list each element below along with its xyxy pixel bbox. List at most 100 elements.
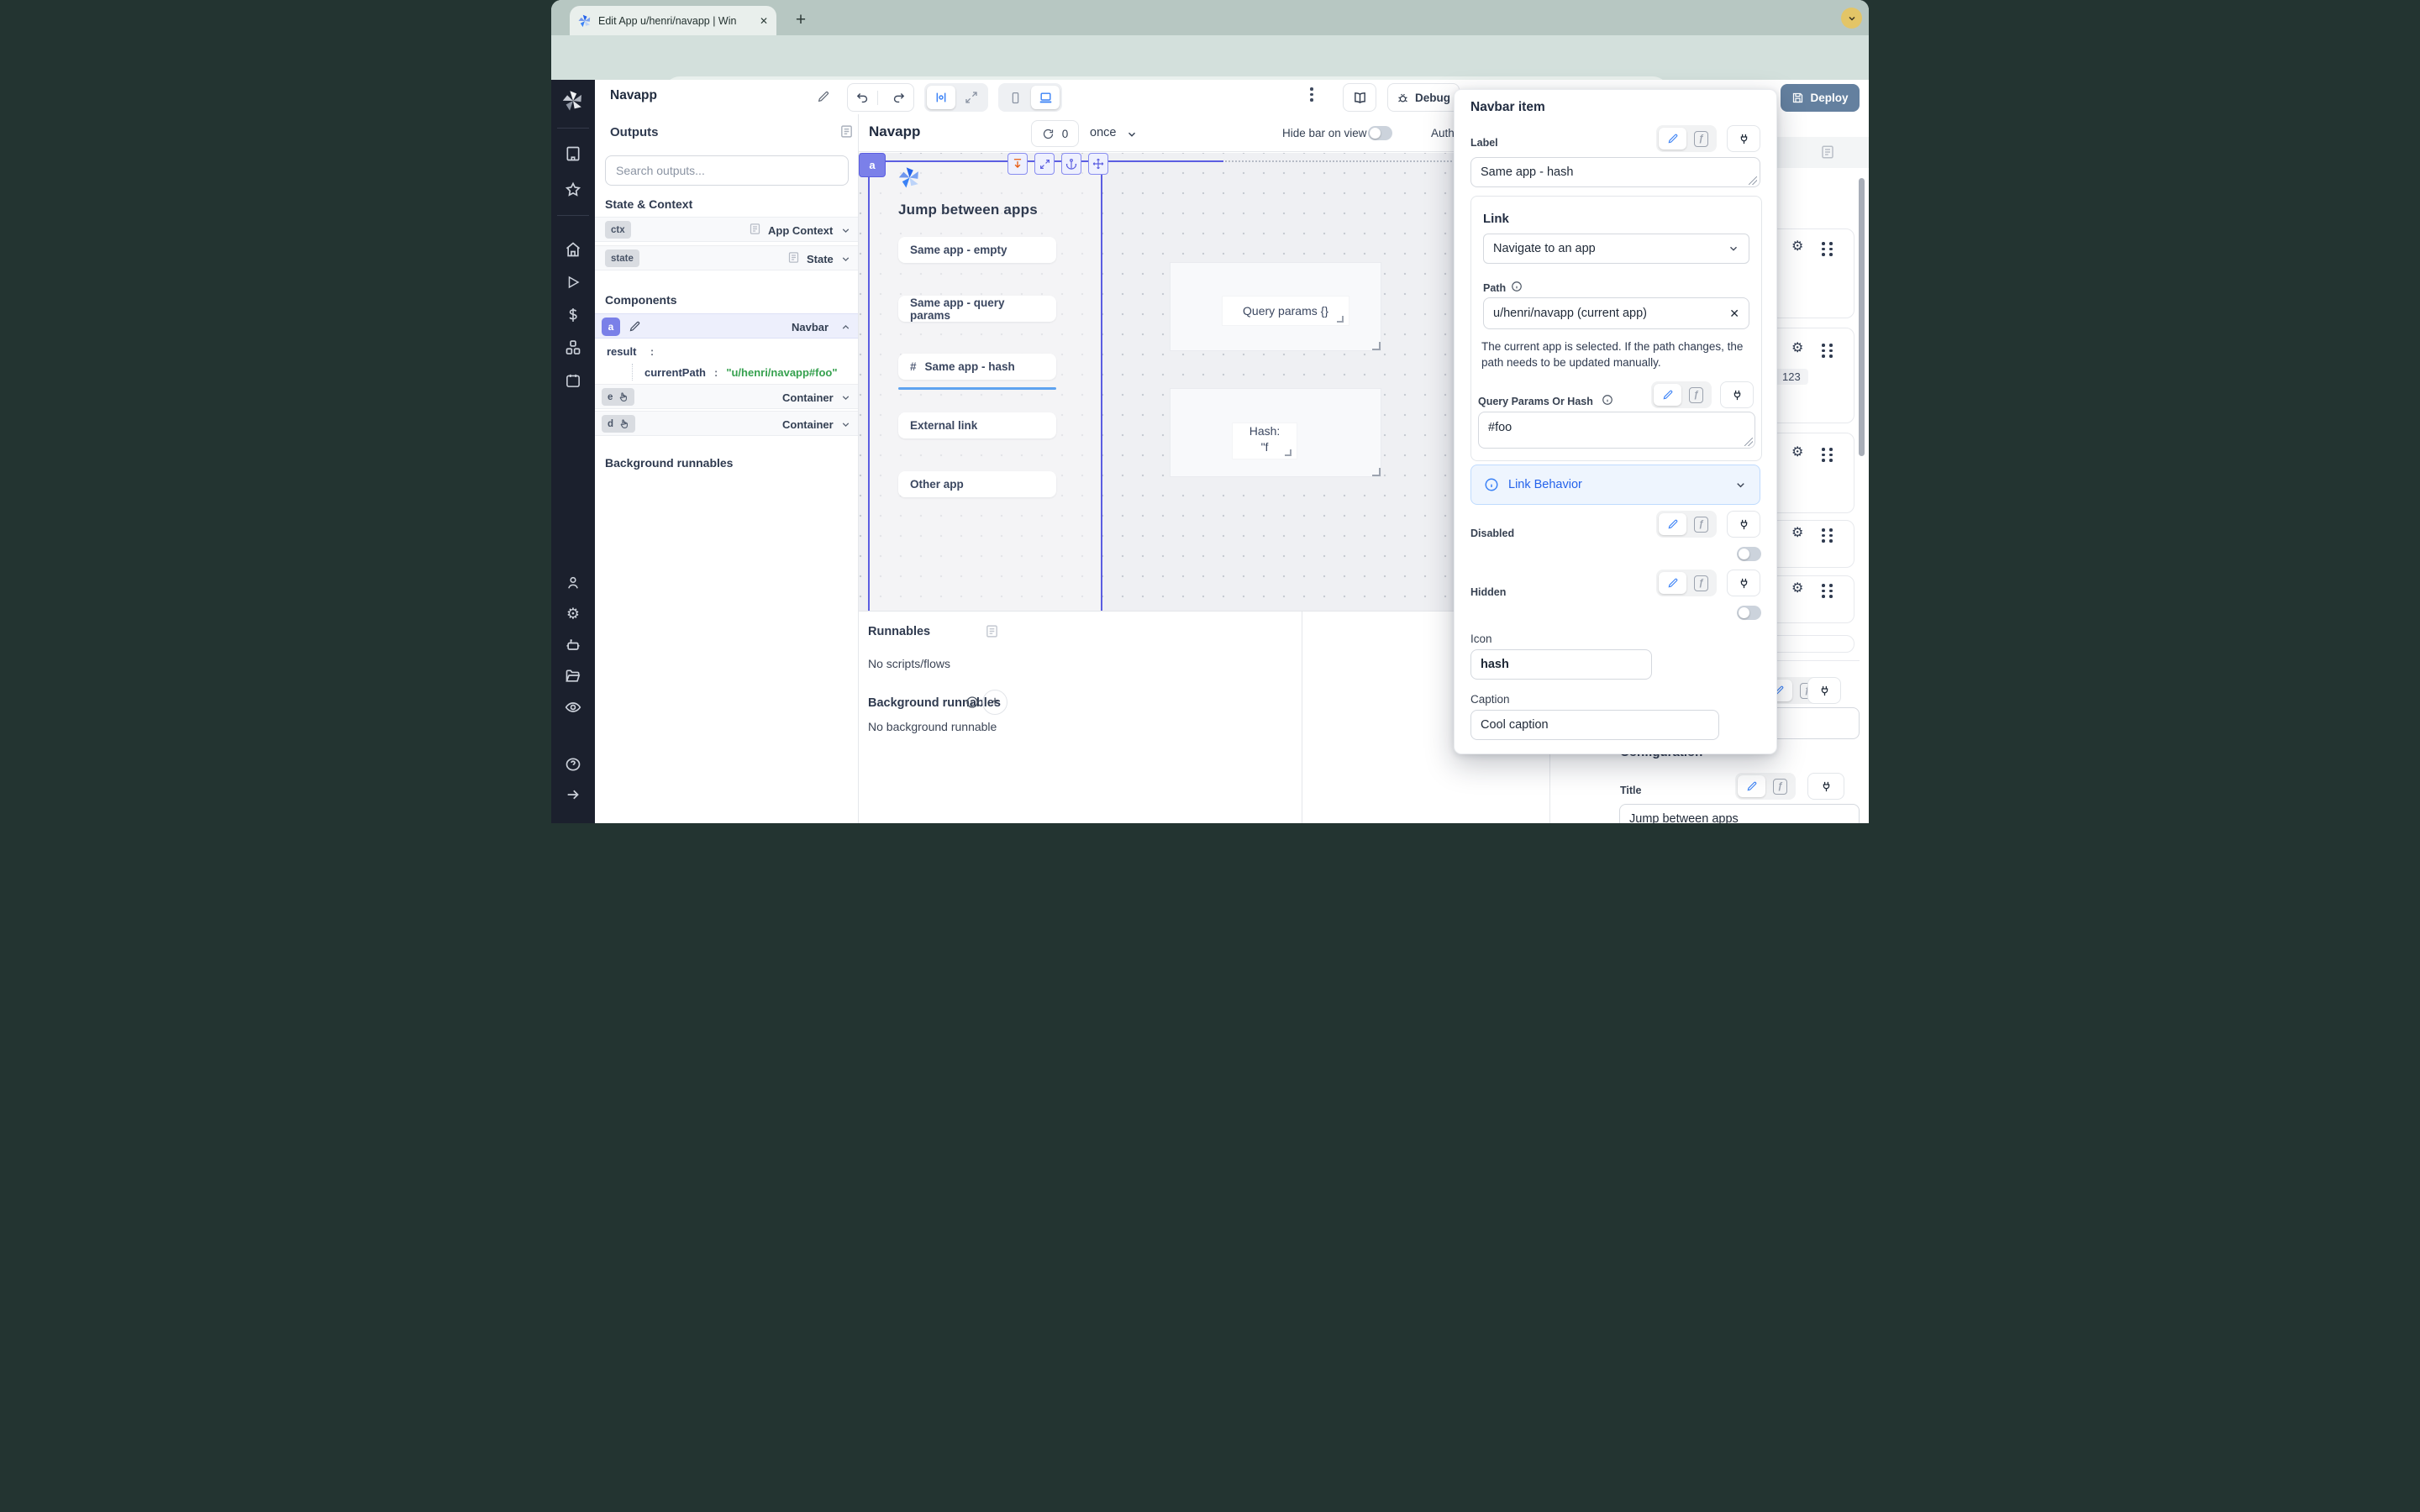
qph-textarea[interactable]: #foo bbox=[1478, 412, 1755, 449]
fullscreen-component-button[interactable] bbox=[1034, 153, 1055, 175]
browser-tab[interactable]: Edit App u/henri/navapp | Win ✕ bbox=[570, 6, 776, 35]
fx-function-icon[interactable]: ƒ bbox=[1688, 513, 1714, 535]
home-icon[interactable] bbox=[565, 241, 581, 258]
tab-close-icon[interactable]: ✕ bbox=[760, 15, 768, 27]
item-gear-icon[interactable]: ⚙ bbox=[1791, 582, 1803, 596]
expand-down-button[interactable] bbox=[1007, 153, 1028, 175]
fx-function-icon[interactable]: ƒ bbox=[1767, 775, 1793, 797]
link-type-select[interactable]: Navigate to an app bbox=[1483, 234, 1749, 264]
favorites-star-icon[interactable] bbox=[565, 181, 581, 198]
hidden-toggle[interactable] bbox=[1737, 606, 1761, 620]
item-grip-icon[interactable] bbox=[1822, 242, 1833, 256]
bounded-width-icon[interactable] bbox=[927, 86, 955, 109]
json-key-result[interactable]: result bbox=[607, 345, 636, 358]
variables-dollar-icon[interactable] bbox=[566, 307, 581, 323]
query-params-panel[interactable]: Query params {} bbox=[1170, 262, 1381, 351]
item-grip-icon[interactable] bbox=[1822, 528, 1833, 543]
json-value-currentpath[interactable]: "u/henri/navapp#foo" bbox=[726, 366, 837, 379]
chevron-down-icon[interactable] bbox=[840, 225, 851, 236]
query-params-text[interactable]: Query params {} bbox=[1223, 297, 1349, 325]
debug-button[interactable]: Debug bbox=[1387, 83, 1460, 112]
caption-input[interactable]: Cool caption bbox=[1470, 710, 1719, 740]
collapse-arrow-icon[interactable] bbox=[566, 787, 581, 803]
connect-plug-button[interactable] bbox=[1727, 511, 1760, 538]
item-gear-icon[interactable]: ⚙ bbox=[1791, 527, 1803, 540]
icon-input[interactable]: hash bbox=[1470, 649, 1652, 680]
component-a-badge[interactable]: a bbox=[859, 153, 886, 177]
folders-icon[interactable] bbox=[565, 668, 581, 685]
connect-plug-button[interactable] bbox=[1720, 381, 1754, 408]
static-pencil-icon[interactable] bbox=[1659, 128, 1686, 150]
resources-boxes-icon[interactable] bbox=[565, 339, 581, 356]
textarea-resize-icon[interactable] bbox=[1744, 438, 1753, 446]
undo-icon[interactable] bbox=[848, 91, 878, 105]
runs-play-icon[interactable] bbox=[566, 275, 581, 290]
resize-corner-icon[interactable] bbox=[1372, 342, 1381, 350]
full-width-icon[interactable] bbox=[957, 86, 986, 109]
item-grip-icon[interactable] bbox=[1822, 344, 1833, 358]
connect-plug-button[interactable] bbox=[1727, 570, 1760, 596]
edit-pencil-icon[interactable] bbox=[629, 320, 641, 333]
connect-plug-button[interactable] bbox=[1807, 677, 1841, 704]
connect-plug-button[interactable] bbox=[1807, 773, 1844, 800]
desktop-view-icon[interactable] bbox=[1031, 86, 1060, 109]
audit-eye-icon[interactable] bbox=[565, 699, 581, 716]
resize-corner-icon[interactable] bbox=[1372, 468, 1381, 476]
component-row-container-e[interactable]: e Container bbox=[595, 384, 858, 409]
component-row-container-d[interactable]: d Container bbox=[595, 411, 858, 436]
chevron-down-icon[interactable] bbox=[1126, 129, 1138, 140]
search-outputs-input[interactable] bbox=[605, 155, 849, 186]
item-gear-icon[interactable]: ⚙ bbox=[1791, 240, 1803, 254]
item-grip-icon[interactable] bbox=[1822, 584, 1833, 598]
textarea-resize-icon[interactable] bbox=[1749, 176, 1757, 185]
nav-item-external-link[interactable]: External link bbox=[898, 412, 1056, 438]
clear-path-icon[interactable]: ✕ bbox=[1729, 307, 1739, 321]
resize-corner-icon[interactable] bbox=[1285, 449, 1292, 456]
item-gear-icon[interactable]: ⚙ bbox=[1791, 342, 1803, 355]
static-pencil-icon[interactable] bbox=[1738, 775, 1765, 797]
component-selection-left[interactable] bbox=[868, 160, 870, 611]
item-grip-icon[interactable] bbox=[1822, 448, 1833, 462]
title-input[interactable]: Jump between apps bbox=[1619, 804, 1860, 823]
nav-item-same-app-hash[interactable]: # Same app - hash bbox=[898, 354, 1056, 380]
connect-plug-button[interactable] bbox=[1727, 125, 1760, 152]
nav-item-other-app[interactable]: Other app bbox=[898, 471, 1056, 497]
link-behavior-collapse[interactable]: Link Behavior bbox=[1470, 465, 1760, 505]
docs-book-button[interactable] bbox=[1343, 83, 1376, 112]
static-pencil-icon[interactable] bbox=[1654, 384, 1681, 406]
chevron-down-icon[interactable] bbox=[840, 419, 851, 430]
static-pencil-icon[interactable] bbox=[1659, 513, 1686, 535]
redo-icon[interactable] bbox=[884, 91, 913, 105]
mobile-view-icon[interactable] bbox=[1001, 86, 1029, 109]
workspace-icon[interactable] bbox=[565, 145, 581, 162]
output-row-ctx[interactable]: ctx App Context bbox=[595, 217, 858, 242]
chevron-up-icon[interactable] bbox=[840, 322, 851, 333]
schedules-calendar-icon[interactable] bbox=[566, 373, 581, 389]
component-row-navbar[interactable]: a Navbar bbox=[595, 313, 858, 339]
chevron-down-icon[interactable] bbox=[840, 392, 851, 403]
add-background-runnable-button[interactable]: + bbox=[982, 690, 1007, 715]
panel-doc-icon[interactable] bbox=[839, 124, 854, 139]
nav-item-same-app-query-params[interactable]: Same app - query params bbox=[898, 296, 1056, 322]
settings-scrollbar[interactable] bbox=[1859, 178, 1865, 456]
label-input[interactable]: Same app - hash bbox=[1470, 157, 1760, 187]
panel-doc-icon[interactable] bbox=[985, 624, 999, 638]
deploy-button[interactable]: Deploy bbox=[1781, 84, 1860, 112]
fx-function-icon[interactable]: ƒ bbox=[1688, 128, 1714, 150]
info-icon[interactable] bbox=[1602, 394, 1613, 406]
output-row-state[interactable]: state State bbox=[595, 245, 858, 270]
anchor-component-button[interactable] bbox=[1061, 153, 1081, 175]
run-mode-select[interactable]: once bbox=[1090, 126, 1116, 139]
fx-function-icon[interactable]: ƒ bbox=[1688, 572, 1714, 594]
json-key-currentpath[interactable]: currentPath bbox=[644, 366, 706, 379]
panel-doc-icon[interactable] bbox=[1820, 144, 1835, 160]
info-icon[interactable] bbox=[1511, 281, 1523, 292]
edit-app-name-pencil-icon[interactable] bbox=[817, 90, 830, 103]
help-icon[interactable] bbox=[565, 756, 581, 773]
move-component-button[interactable] bbox=[1088, 153, 1108, 175]
hash-panel[interactable]: Hash: "f bbox=[1170, 388, 1381, 477]
refresh-count-button[interactable]: 0 bbox=[1031, 120, 1079, 147]
hide-bar-toggle[interactable] bbox=[1368, 126, 1392, 140]
users-person-icon[interactable] bbox=[566, 575, 581, 591]
windmill-logo-icon[interactable] bbox=[562, 90, 584, 112]
